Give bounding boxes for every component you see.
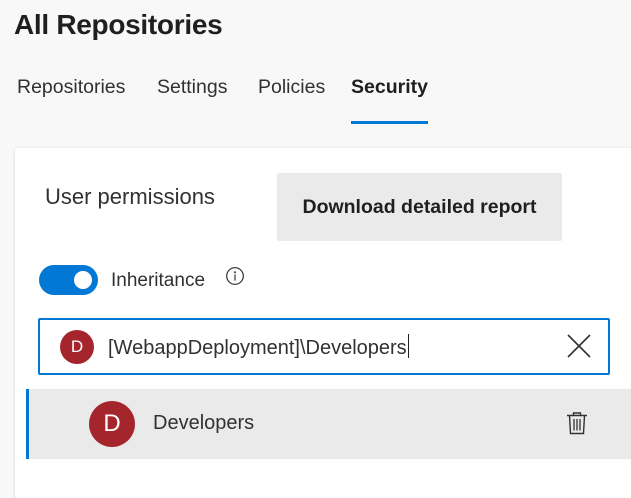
search-text-wrapper: [WebappDeployment]\Developers xyxy=(108,334,409,360)
avatar: D xyxy=(89,401,135,447)
avatar: D xyxy=(60,330,94,364)
inheritance-label: Inheritance xyxy=(111,270,206,291)
active-tab-indicator xyxy=(351,121,428,124)
inheritance-toggle[interactable] xyxy=(39,265,98,295)
download-report-button[interactable]: Download detailed report xyxy=(277,173,562,241)
list-item[interactable]: D Developers xyxy=(26,389,631,459)
search-value[interactable]: [WebappDeployment]\Developers xyxy=(108,337,407,359)
avatar-initial: D xyxy=(70,337,84,356)
identity-search-input[interactable]: D [WebappDeployment]\Developers xyxy=(38,318,610,375)
selected-indicator xyxy=(26,389,29,459)
info-icon[interactable] xyxy=(225,266,245,286)
text-cursor xyxy=(407,334,409,358)
tab-settings[interactable]: Settings xyxy=(157,76,227,99)
toggle-knob xyxy=(74,271,92,289)
permissions-panel: User permissions Download detailed repor… xyxy=(15,148,631,498)
page-title: All Repositories xyxy=(14,9,223,40)
tab-policies[interactable]: Policies xyxy=(258,76,325,99)
trash-icon[interactable] xyxy=(566,411,588,435)
group-name: Developers xyxy=(153,412,255,434)
avatar-initial: D xyxy=(103,410,121,437)
close-icon[interactable] xyxy=(566,333,592,359)
panel-title: User permissions xyxy=(45,184,215,209)
tab-repositories[interactable]: Repositories xyxy=(17,76,125,99)
tab-security[interactable]: Security xyxy=(351,76,428,99)
